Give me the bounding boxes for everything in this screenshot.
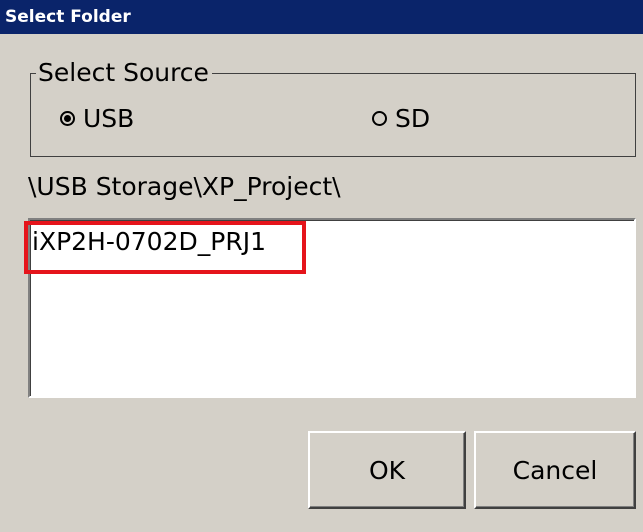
window-title: Select Folder [5,7,131,27]
radio-unchecked-icon [372,110,387,126]
highlight-annotation [24,221,306,274]
ok-button[interactable]: OK [308,431,466,509]
usb-radio-label: USB [83,103,135,133]
current-path: \USB Storage\XP_Project\ [28,172,341,201]
usb-radio[interactable]: USB [60,103,134,133]
cancel-button[interactable]: Cancel [474,431,636,509]
select-source-label: Select Source [36,58,212,88]
sd-radio-label: SD [395,103,431,133]
sd-radio[interactable]: SD [372,103,430,133]
radio-checked-icon [60,110,75,126]
select-folder-dialog: Select Folder Select Source USB SD \USB … [0,0,643,532]
title-bar: Select Folder [0,0,643,34]
